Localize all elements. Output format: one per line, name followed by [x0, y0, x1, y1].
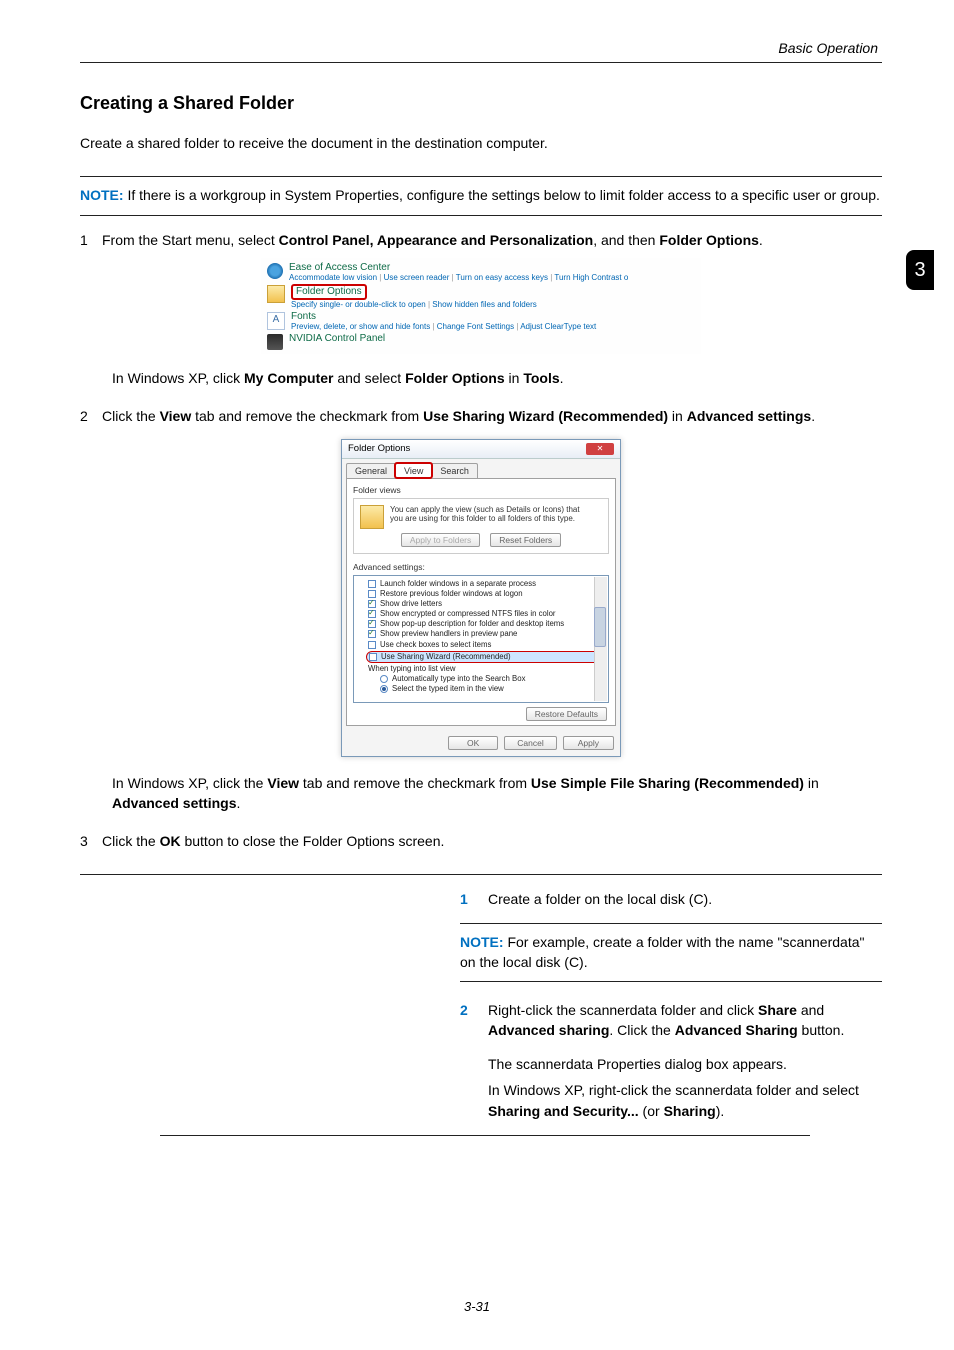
cp-nvidia-title: NVIDIA Control Panel [289, 333, 385, 344]
checkbox-sharing-wizard[interactable] [369, 653, 377, 661]
note-label: NOTE: [460, 934, 504, 950]
checkbox[interactable] [368, 580, 376, 588]
dialog-body: Folder views You can apply the view (suc… [346, 478, 616, 726]
dialog-tabs: General View Search [342, 459, 620, 478]
ok-button[interactable]: OK [448, 736, 498, 750]
cp-folder-title-wrap: Folder Options [291, 284, 537, 300]
header-right: Basic Operation [80, 40, 882, 56]
section-rule [80, 874, 882, 875]
right-step-2: 2 Right-click the scannerdata folder and… [460, 1000, 882, 1121]
note-block-1: NOTE: If there is a workgroup in System … [80, 176, 882, 216]
ease-of-access-icon [267, 263, 283, 279]
sub-para-2: In Windows XP, click the View tab and re… [112, 773, 882, 814]
scrollbar-thumb[interactable] [594, 607, 606, 647]
checkbox[interactable] [368, 630, 376, 638]
restore-defaults-button[interactable]: Restore Defaults [526, 707, 607, 721]
tab-search[interactable]: Search [431, 463, 478, 478]
step-body: From the Start menu, select Control Pane… [102, 230, 882, 250]
footer-rule [160, 1135, 810, 1136]
scrollbar[interactable] [594, 577, 607, 701]
step-body: Right-click the scannerdata folder and c… [488, 1000, 882, 1121]
cp-folder-title: Folder Options [291, 284, 367, 300]
checkbox[interactable] [368, 641, 376, 649]
reset-folders-button[interactable]: Reset Folders [490, 533, 561, 547]
intro-text: Create a shared folder to receive the do… [80, 134, 882, 154]
step-body: Create a folder on the local disk (C). [488, 889, 882, 909]
control-panel-figure: Ease of Access Center Accommodate low vi… [261, 258, 701, 354]
checkbox[interactable] [368, 590, 376, 598]
folder-options-icon [267, 285, 285, 303]
cp-fonts-title: Fonts [291, 311, 596, 322]
cancel-button[interactable]: Cancel [504, 736, 556, 750]
step-body: Click the OK button to close the Folder … [102, 831, 882, 851]
step-number-blue: 1 [460, 889, 488, 909]
note-label: NOTE: [80, 187, 124, 203]
step-2: 2 Click the View tab and remove the chec… [80, 406, 882, 426]
advanced-settings-label: Advanced settings: [353, 562, 609, 572]
cp-ease-row: Ease of Access Center Accommodate low vi… [267, 262, 695, 282]
checkbox[interactable] [368, 600, 376, 608]
cp-ease-links: Accommodate low visionUse screen readerT… [289, 273, 628, 282]
folder-options-dialog: Folder Options ✕ General View Search Fol… [341, 439, 621, 757]
right-column: 1 Create a folder on the local disk (C).… [460, 889, 882, 1121]
page-number: 3-31 [0, 1299, 954, 1314]
folder-views-group: You can apply the view (such as Details … [353, 498, 609, 554]
note-text: For example, create a folder with the na… [460, 934, 864, 970]
note-block-2: NOTE: For example, create a folder with … [460, 923, 882, 982]
folder-views-label: Folder views [353, 485, 609, 495]
right-step-2b: The scannerdata Properties dialog box ap… [488, 1054, 882, 1074]
checkbox[interactable] [368, 610, 376, 618]
header-rule [80, 62, 882, 63]
cp-fonts-row: A Fonts Preview, delete, or show and hid… [267, 311, 695, 331]
step-number-blue: 2 [460, 1000, 488, 1020]
step-1: 1 From the Start menu, select Control Pa… [80, 230, 882, 250]
cp-folder-row: Folder Options Specify single- or double… [267, 284, 695, 309]
step-body: Click the View tab and remove the checkm… [102, 406, 882, 426]
advanced-settings-list[interactable]: Launch folder windows in a separate proc… [353, 575, 609, 703]
cp-folder-links: Specify single- or double-click to openS… [291, 300, 537, 309]
step-number: 1 [80, 230, 102, 250]
checkbox[interactable] [368, 620, 376, 628]
dialog-title: Folder Options [348, 443, 410, 454]
radio[interactable] [380, 685, 388, 693]
radio[interactable] [380, 675, 388, 683]
step-number: 3 [80, 831, 102, 851]
apply-to-folders-button[interactable]: Apply to Folders [401, 533, 480, 547]
cp-nvidia-row: NVIDIA Control Panel [267, 333, 695, 350]
note-text: If there is a workgroup in System Proper… [124, 187, 880, 203]
fonts-icon: A [267, 312, 285, 330]
cp-fonts-links: Preview, delete, or show and hide fontsC… [291, 322, 596, 331]
cp-ease-title: Ease of Access Center [289, 262, 628, 273]
step-3: 3 Click the OK button to close the Folde… [80, 831, 882, 851]
nvidia-icon [267, 334, 283, 350]
step-number: 2 [80, 406, 102, 426]
right-step-1: 1 Create a folder on the local disk (C). [460, 889, 882, 909]
tab-general[interactable]: General [346, 463, 396, 478]
sub-para-1: In Windows XP, click My Computer and sel… [112, 368, 882, 388]
folder-views-icon [360, 505, 384, 529]
tab-view[interactable]: View [395, 463, 432, 478]
apply-button[interactable]: Apply [563, 736, 614, 750]
dialog-titlebar: Folder Options ✕ [342, 440, 620, 459]
close-icon[interactable]: ✕ [586, 443, 614, 455]
chapter-tab: 3 [906, 250, 934, 290]
dialog-buttons: OK Cancel Apply [342, 730, 620, 756]
section-title: Creating a Shared Folder [80, 93, 882, 114]
right-step-2c: In Windows XP, right-click the scannerda… [488, 1080, 882, 1121]
